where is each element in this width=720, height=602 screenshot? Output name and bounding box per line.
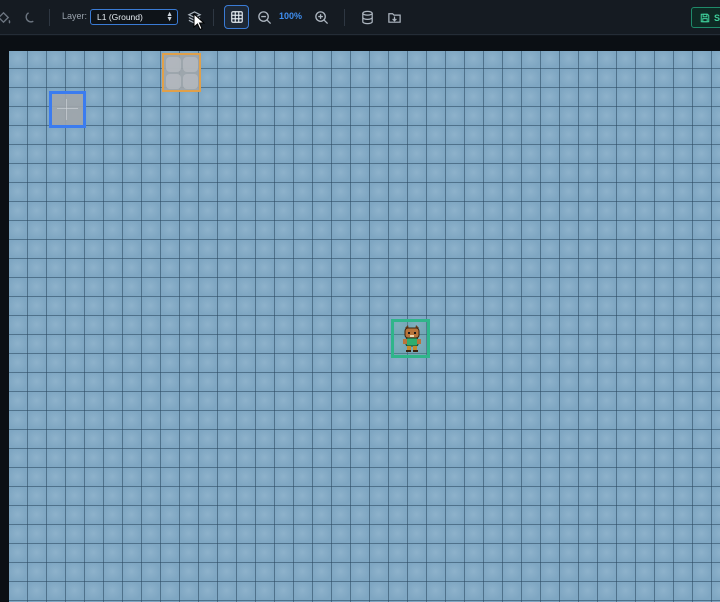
zoom-level: 100% [279, 11, 303, 21]
tile [166, 74, 181, 89]
zoom-in-icon[interactable] [312, 8, 330, 26]
crosshair [57, 108, 78, 109]
blue-selection[interactable] [49, 91, 86, 128]
canvas-viewport [0, 36, 720, 602]
character-sprite-icon [403, 325, 421, 352]
layer-select[interactable]: L1 (Ground) ▲ ▼ [90, 9, 178, 25]
save-icon [700, 13, 710, 22]
toolbar-divider [344, 9, 345, 26]
chevron-updown-icon: ▲ ▼ [166, 11, 173, 23]
layer-select-value: L1 (Ground) [97, 12, 143, 22]
tile [183, 57, 198, 72]
grid-icon [230, 11, 243, 23]
toolbar: Layer: L1 (Ground) ▲ ▼ 100% S [0, 0, 720, 35]
database-icon[interactable] [358, 8, 376, 26]
crosshair [66, 99, 67, 120]
grid-toggle-button[interactable] [224, 5, 249, 29]
save-button-label: S [714, 12, 720, 23]
fill-bucket-icon[interactable] [0, 8, 12, 26]
tile [166, 57, 181, 72]
tile-map-canvas[interactable] [9, 51, 720, 602]
zoom-out-icon[interactable] [255, 8, 273, 26]
toolbar-divider [213, 9, 214, 26]
mouse-cursor-icon [193, 13, 205, 31]
tile [183, 74, 198, 89]
toolbar-divider [49, 9, 50, 26]
save-button[interactable]: S [691, 7, 720, 28]
orange-selection[interactable] [162, 53, 201, 92]
import-folder-icon[interactable] [385, 8, 403, 26]
moon-icon[interactable] [21, 8, 39, 26]
green-selection[interactable] [391, 319, 430, 358]
layer-label: Layer: [62, 11, 88, 21]
